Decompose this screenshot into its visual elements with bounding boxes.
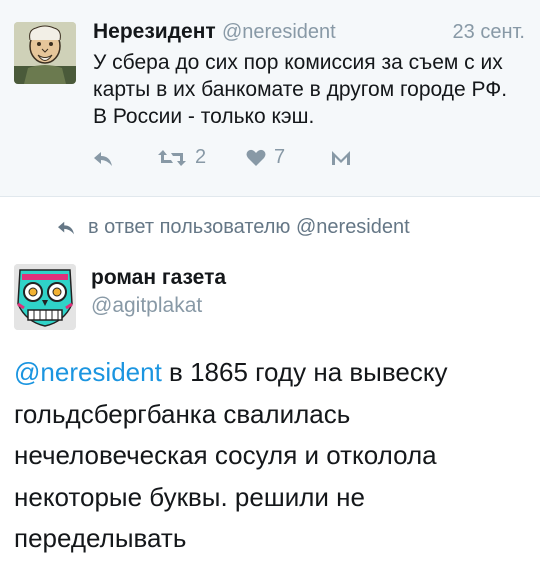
parent-tweet[interactable]: Нерезидент @neresident 23 сент. У сбера … [0,0,540,197]
retweet-count: 2 [195,146,207,168]
like-button[interactable]: 7 [246,146,285,169]
author-handle[interactable]: @neresident [222,21,336,44]
reply-button[interactable] [92,150,114,168]
mention-link[interactable]: @neresident [14,357,162,387]
tweet-date[interactable]: 23 сент. [453,21,525,44]
heart-icon [246,149,266,166]
direct-message-button[interactable] [331,149,351,167]
like-count: 7 [274,146,286,168]
retweet-button[interactable]: 2 [157,146,206,169]
reply-context-text[interactable]: в ответ пользователю @neresident [88,216,410,239]
tweet-actions: 2 7 [0,146,540,176]
avatar[interactable] [14,264,76,330]
reply-icon [58,221,74,234]
tweet-text: У сбера до сих пор комиссия за съем с их… [93,51,508,128]
author-name[interactable]: Нерезидент [93,20,216,44]
reply-icon [94,152,112,166]
author-handle[interactable]: @agitplakat [91,294,202,318]
reply-context: в ответ пользователю @neresident [56,216,410,239]
retweet-icon [158,149,186,166]
author-name[interactable]: роман газета [91,266,226,290]
avatar[interactable] [14,22,76,84]
tweet-text: @neresident в 1865 году на вывеску гольд… [14,352,529,560]
direct-message-icon [332,151,350,165]
